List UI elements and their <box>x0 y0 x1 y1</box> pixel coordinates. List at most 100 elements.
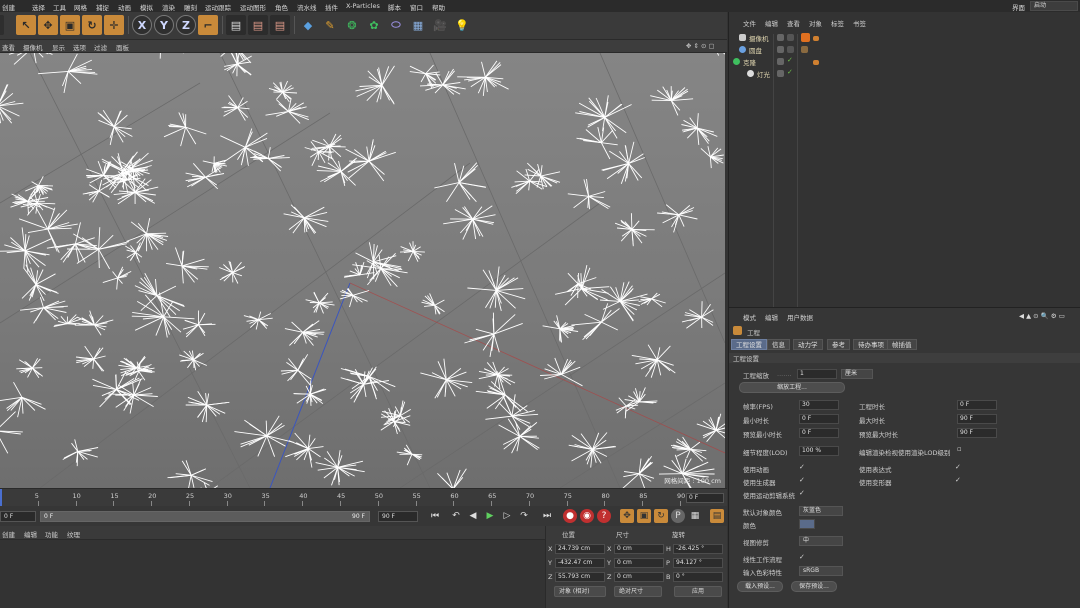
menu-window[interactable]: 窗口 <box>410 2 423 12</box>
preview-range-slider[interactable]: 0 F 90 F <box>40 511 370 522</box>
viewport-navigation-icon[interactable]: ✥ ⇕ ⊙ ▢ <box>686 42 715 50</box>
save-preset-button[interactable]: 保存预设... <box>791 581 837 592</box>
tab-project-settings[interactable]: 工程设置 <box>731 339 767 350</box>
layout-select[interactable]: 启动 <box>1030 1 1078 11</box>
menu-snap[interactable]: 捕捉 <box>96 2 109 12</box>
rot-b-field[interactable]: 0 ° <box>673 572 723 582</box>
menu-mograph[interactable]: 运动图形 <box>240 2 266 12</box>
menu-plugins[interactable]: 插件 <box>325 2 338 12</box>
object-row-cloner[interactable]: 克隆 ✓ <box>729 56 1080 68</box>
tab-todo[interactable]: 待办事项 <box>853 339 889 350</box>
om-menu-file[interactable]: 文件 <box>743 18 756 28</box>
next-key-icon[interactable]: ↷ <box>517 509 531 523</box>
viewport-menu-display[interactable]: 显示 <box>52 42 65 52</box>
key-pla-icon[interactable]: ▦ <box>688 509 702 523</box>
play-icon[interactable]: ▶ <box>483 509 497 523</box>
record-keys-icon[interactable]: ● <box>563 509 577 523</box>
viewport-menu-camera[interactable]: 摄像机 <box>23 42 43 52</box>
tab-reference[interactable]: 参考 <box>827 339 850 350</box>
coordinate-mode-select[interactable]: 对象 (相对) <box>554 586 606 597</box>
key-selection-icon[interactable]: ? <box>597 509 611 523</box>
viewport-menu-options[interactable]: 选项 <box>73 42 86 52</box>
go-to-start-icon[interactable]: ⏮ <box>428 509 442 523</box>
menu-mesh[interactable]: 网格 <box>74 2 87 12</box>
tab-info[interactable]: 信息 <box>767 339 790 350</box>
tab-dynamics[interactable]: 动力学 <box>793 339 823 350</box>
start-frame-field[interactable]: 0 F <box>0 511 36 522</box>
menu-select[interactable]: 选择 <box>32 2 45 12</box>
menu-animate[interactable]: 动画 <box>118 2 131 12</box>
coordinate-system-icon[interactable]: ⌐ <box>198 15 218 35</box>
previous-frame-icon[interactable]: ◀ <box>466 509 480 523</box>
key-position-icon[interactable]: ✥ <box>620 509 634 523</box>
live-select-icon[interactable]: ↖ <box>16 15 36 35</box>
auto-key-icon[interactable]: ◉ <box>580 509 594 523</box>
menu-render[interactable]: 渲染 <box>162 2 175 12</box>
color-swatch[interactable] <box>799 519 815 529</box>
use-deformers-checkbox[interactable]: ✓ <box>955 476 961 484</box>
object-row-light[interactable]: 灯光 ✓ <box>729 68 1080 80</box>
linear-workflow-checkbox[interactable]: ✓ <box>799 553 805 561</box>
previous-key-icon[interactable]: ↶ <box>449 509 463 523</box>
cube-icon[interactable]: ◆ <box>298 15 318 35</box>
load-preset-button[interactable]: 载入预设... <box>737 581 783 592</box>
array-icon[interactable]: ✿ <box>364 15 384 35</box>
om-menu-view[interactable]: 查看 <box>787 18 800 28</box>
scale-icon[interactable]: ▣ <box>60 15 80 35</box>
phong-tag-icon[interactable] <box>801 46 808 53</box>
am-menu-mode[interactable]: 模式 <box>743 312 756 322</box>
am-navigation-icons[interactable]: ◀ ▲ ⊙ 🔍 ⚙ ▭ <box>1019 312 1065 320</box>
om-menu-tags[interactable]: 标签 <box>831 18 844 28</box>
use-motion-system-checkbox[interactable]: ✓ <box>799 489 805 497</box>
visibility-dots-icon[interactable] <box>777 70 784 77</box>
use-animation-checkbox[interactable]: ✓ <box>799 463 805 471</box>
material-menu-function[interactable]: 功能 <box>45 529 58 539</box>
move-icon[interactable]: ✥ <box>38 15 58 35</box>
tag-icon[interactable] <box>813 36 819 41</box>
menu-xparticles[interactable]: X-Particles <box>346 2 380 10</box>
visibility-dots-icon[interactable] <box>777 46 784 53</box>
enable-toggle-icon[interactable] <box>787 46 794 53</box>
x-axis-lock-icon[interactable]: X <box>132 15 152 35</box>
object-row-camera[interactable]: 摄像机 <box>729 32 1080 44</box>
menu-simulate[interactable]: 模拟 <box>140 2 153 12</box>
render-lod-checkbox[interactable]: ▫ <box>957 445 962 453</box>
3d-viewport[interactable]: 网格间距 : 100 cm <box>0 53 725 488</box>
pos-z-field[interactable]: 55.793 cm <box>555 572 605 582</box>
tag-icon[interactable] <box>813 60 819 65</box>
viewport-menu-panel[interactable]: 面板 <box>116 42 129 52</box>
am-menu-edit[interactable]: 编辑 <box>765 312 778 322</box>
menu-create[interactable]: 创建 <box>2 2 15 12</box>
timeline-ruler[interactable]: 051015202530354045505560657075808590 0 F <box>0 488 727 506</box>
use-generators-checkbox[interactable]: ✓ <box>799 476 805 484</box>
rot-p-field[interactable]: 94.127 ° <box>673 558 723 568</box>
timeline-window-icon[interactable]: ▤ <box>710 509 724 523</box>
transform-icon[interactable]: ✛ <box>104 15 124 35</box>
om-menu-bookmarks[interactable]: 书签 <box>853 18 866 28</box>
current-frame-field[interactable]: 0 F <box>686 493 724 503</box>
default-color-select[interactable]: 灰蓝色 <box>799 506 843 516</box>
menu-help[interactable]: 帮助 <box>432 2 445 12</box>
key-rotation-icon[interactable]: ↻ <box>654 509 668 523</box>
menu-sculpt[interactable]: 雕刻 <box>184 2 197 12</box>
menu-motion-tracking[interactable]: 运动跟踪 <box>205 2 231 12</box>
material-menu-edit[interactable]: 编辑 <box>24 529 37 539</box>
material-menu-texture[interactable]: 纹理 <box>67 529 80 539</box>
enabled-check-icon[interactable]: ✓ <box>787 56 793 64</box>
undo-icon[interactable] <box>0 15 4 35</box>
input-color-select[interactable]: sRGB <box>799 566 843 576</box>
size-y-field[interactable]: 0 cm <box>614 558 664 568</box>
render-settings-icon[interactable]: ▤ <box>270 15 290 35</box>
preview-min-field[interactable]: 0 F <box>799 428 839 438</box>
lod-field[interactable]: 100 % <box>799 446 839 456</box>
scale-project-button[interactable]: 缩放工程... <box>739 382 845 393</box>
camera-icon[interactable]: 🎥 <box>430 15 450 35</box>
floor-icon[interactable]: ▦ <box>408 15 428 35</box>
render-picture-viewer-icon[interactable]: ▤ <box>248 15 268 35</box>
menu-pipeline[interactable]: 流水线 <box>297 2 317 12</box>
menu-character[interactable]: 角色 <box>275 2 288 12</box>
playhead[interactable] <box>0 489 2 506</box>
project-time-field[interactable]: 0 F <box>957 400 997 410</box>
key-parameter-icon[interactable]: P <box>671 509 685 523</box>
pos-x-field[interactable]: 24.739 cm <box>555 544 605 554</box>
